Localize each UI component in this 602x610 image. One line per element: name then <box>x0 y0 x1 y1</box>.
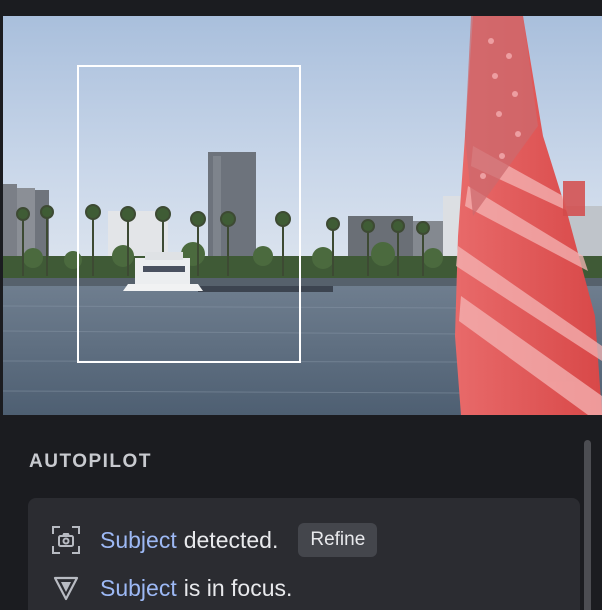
camera-subject-icon <box>50 524 82 556</box>
panel-scrollbar[interactable] <box>584 440 591 610</box>
focus-triangle-icon <box>50 572 82 604</box>
subject-link-focus[interactable]: Subject <box>100 575 177 602</box>
photo-preview[interactable] <box>3 16 602 415</box>
subject-link[interactable]: Subject <box>100 527 177 554</box>
section-title: AUTOPILOT <box>29 451 152 472</box>
top-bar <box>0 0 602 16</box>
subject-detected-row: Subject detected. Refine <box>50 520 378 560</box>
autopilot-panel: AUTOPILOT Subject detected. Refine Subje… <box>0 415 602 610</box>
subject-focus-box[interactable] <box>77 65 301 363</box>
autopilot-status-card: Subject detected. Refine Subject is in f… <box>28 498 580 610</box>
focus-status-text: is in focus. <box>183 574 293 601</box>
app-window: AUTOPILOT Subject detected. Refine Subje… <box>0 0 602 610</box>
refine-button[interactable]: Refine <box>298 523 378 557</box>
detected-status-text: detected. <box>183 526 279 553</box>
subject-focus-row: Subject is in focus. <box>50 570 292 606</box>
